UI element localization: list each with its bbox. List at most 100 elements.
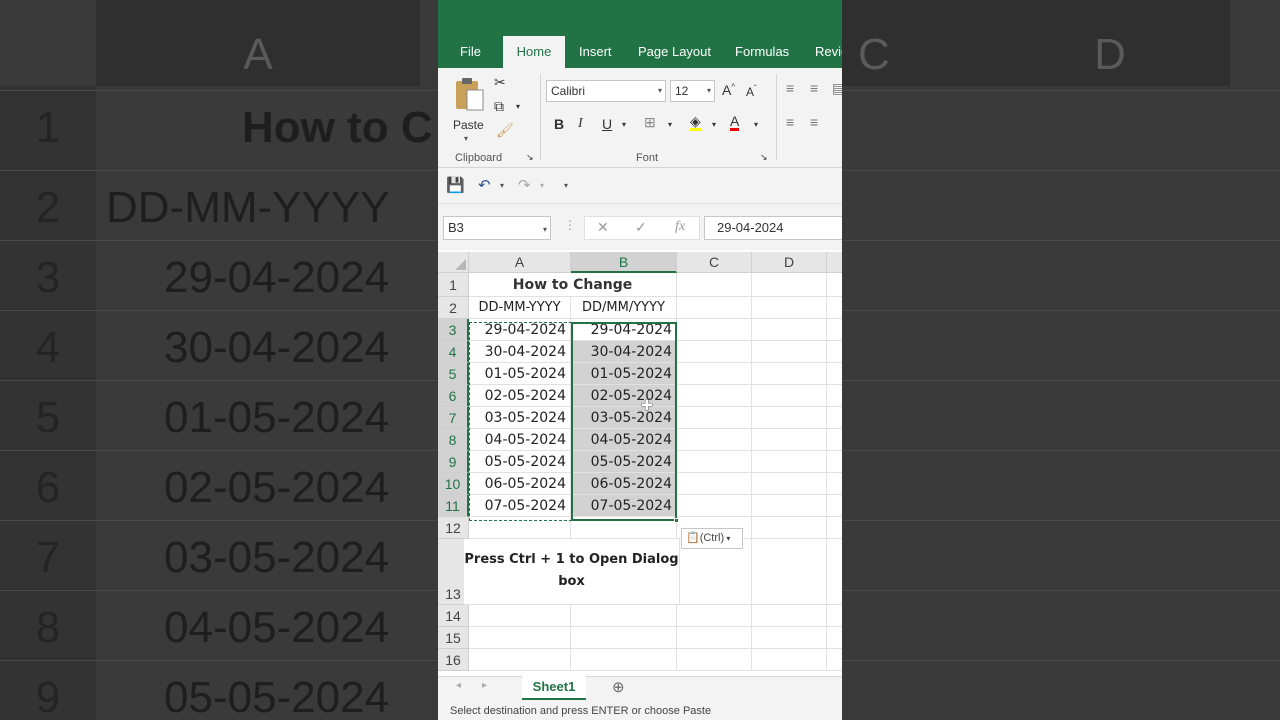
- cell-d6[interactable]: [752, 385, 827, 407]
- cell-b5[interactable]: 01-05-2024: [571, 363, 677, 385]
- tab-insert[interactable]: Insert: [571, 36, 620, 68]
- more-options-icon[interactable]: ⋮: [564, 218, 576, 232]
- row-header[interactable]: 9: [438, 451, 469, 473]
- row-header[interactable]: 4: [438, 341, 469, 363]
- cell-b2[interactable]: DD/MM/YYYY: [571, 297, 677, 319]
- cell-a3[interactable]: 29-04-2024: [469, 319, 571, 341]
- align-center-icon[interactable]: ≡: [810, 114, 818, 130]
- cell-b15[interactable]: [571, 627, 677, 649]
- cell-b8[interactable]: 04-05-2024: [571, 429, 677, 451]
- cell-d5[interactable]: [752, 363, 827, 385]
- select-all-button[interactable]: [438, 252, 469, 273]
- sheet-tab-sheet1[interactable]: Sheet1: [522, 676, 586, 700]
- cell-b3[interactable]: 29-04-2024: [571, 319, 677, 341]
- row-header[interactable]: 14: [438, 605, 469, 627]
- italic-icon[interactable]: I: [578, 116, 583, 132]
- align-middle-icon[interactable]: ≡: [810, 80, 818, 96]
- cell-e15[interactable]: [827, 627, 842, 649]
- tab-home[interactable]: Home: [503, 36, 565, 68]
- align-left-icon[interactable]: ≡: [786, 114, 794, 130]
- tab-review[interactable]: Revie: [807, 36, 842, 68]
- name-box[interactable]: B3 ▾: [443, 216, 551, 240]
- cell-e2[interactable]: [827, 297, 842, 319]
- cell-d3[interactable]: [752, 319, 827, 341]
- row-header[interactable]: 6: [438, 385, 469, 407]
- cut-icon[interactable]: ✂: [494, 74, 506, 91]
- cell-c7[interactable]: [677, 407, 752, 429]
- wrap-text-icon[interactable]: ▤: [832, 80, 842, 97]
- chevron-down-icon[interactable]: ▾: [540, 181, 544, 190]
- cell-a5[interactable]: 01-05-2024: [469, 363, 571, 385]
- cell-c9[interactable]: [677, 451, 752, 473]
- font-color-icon[interactable]: A: [730, 114, 740, 131]
- increase-font-icon[interactable]: A^: [722, 82, 735, 98]
- cell-d1[interactable]: [752, 273, 827, 297]
- paste-options-button[interactable]: 📋(Ctrl) ▾: [681, 528, 743, 549]
- cell-a9[interactable]: 05-05-2024: [469, 451, 571, 473]
- cell-b6[interactable]: 02-05-2024: [571, 385, 677, 407]
- cell-e4[interactable]: [827, 341, 842, 363]
- cell-e11[interactable]: [827, 495, 842, 517]
- cell-a2[interactable]: DD-MM-YYYY: [469, 297, 571, 319]
- col-header-c[interactable]: C: [677, 252, 752, 273]
- cell-b7[interactable]: 03-05-2024: [571, 407, 677, 429]
- chevron-down-icon[interactable]: ▾: [712, 120, 716, 129]
- scroll-right-icon[interactable]: ▸: [482, 680, 487, 691]
- cell-e9[interactable]: [827, 451, 842, 473]
- row-header[interactable]: 7: [438, 407, 469, 429]
- cell-b12[interactable]: [571, 517, 677, 539]
- cell-a11[interactable]: 07-05-2024: [469, 495, 571, 517]
- cell-d8[interactable]: [752, 429, 827, 451]
- col-header-e[interactable]: [827, 252, 842, 273]
- cell-e5[interactable]: [827, 363, 842, 385]
- cell-d2[interactable]: [752, 297, 827, 319]
- underline-icon[interactable]: U: [602, 116, 612, 132]
- cell-d13[interactable]: [752, 539, 827, 605]
- cell-a15[interactable]: [469, 627, 571, 649]
- add-sheet-icon[interactable]: ⊕: [612, 678, 625, 696]
- cell-b9[interactable]: 05-05-2024: [571, 451, 677, 473]
- copy-icon[interactable]: ⧉: [494, 98, 504, 115]
- chevron-down-icon[interactable]: ▾: [622, 120, 626, 129]
- redo-icon[interactable]: ↷: [518, 176, 531, 194]
- row-header[interactable]: 12: [438, 517, 469, 539]
- chevron-down-icon[interactable]: ▾: [516, 102, 520, 111]
- cell-d7[interactable]: [752, 407, 827, 429]
- row-header[interactable]: 10: [438, 473, 469, 495]
- row-header[interactable]: 2: [438, 297, 469, 319]
- tab-page-layout[interactable]: Page Layout: [630, 36, 719, 68]
- font-size-select[interactable]: 12 ▾: [670, 80, 715, 102]
- tab-file[interactable]: File: [452, 36, 489, 68]
- cell-a7[interactable]: 03-05-2024: [469, 407, 571, 429]
- row-header[interactable]: 15: [438, 627, 469, 649]
- cell-b11[interactable]: 07-05-2024: [571, 495, 677, 517]
- enter-icon[interactable]: ✓: [635, 219, 647, 236]
- cell-e3[interactable]: [827, 319, 842, 341]
- align-top-icon[interactable]: ≡: [786, 80, 794, 96]
- customize-qat-icon[interactable]: ▾: [564, 181, 568, 190]
- cell-e6[interactable]: [827, 385, 842, 407]
- col-header-a[interactable]: A: [469, 252, 571, 273]
- scroll-left-icon[interactable]: ◂: [456, 680, 461, 691]
- cell-a10[interactable]: 06-05-2024: [469, 473, 571, 495]
- cell-e12[interactable]: [827, 517, 842, 539]
- save-icon[interactable]: 💾: [446, 176, 465, 194]
- cell-d16[interactable]: [752, 649, 827, 671]
- cell-e10[interactable]: [827, 473, 842, 495]
- cell-a12[interactable]: [469, 517, 571, 539]
- cell-c6[interactable]: [677, 385, 752, 407]
- cell-c11[interactable]: [677, 495, 752, 517]
- decrease-font-icon[interactable]: Aˇ: [746, 84, 757, 99]
- cell-a6[interactable]: 02-05-2024: [469, 385, 571, 407]
- cancel-icon[interactable]: ✕: [597, 219, 609, 236]
- row-header[interactable]: 16: [438, 649, 469, 671]
- cell-c15[interactable]: [677, 627, 752, 649]
- cell-d12[interactable]: [752, 517, 827, 539]
- cell-a14[interactable]: [469, 605, 571, 627]
- fill-color-icon[interactable]: ◈: [690, 114, 701, 131]
- row-header[interactable]: 5: [438, 363, 469, 385]
- cell-c1[interactable]: [677, 273, 752, 297]
- cell-c10[interactable]: [677, 473, 752, 495]
- cell-e1[interactable]: [827, 273, 842, 297]
- cell-d4[interactable]: [752, 341, 827, 363]
